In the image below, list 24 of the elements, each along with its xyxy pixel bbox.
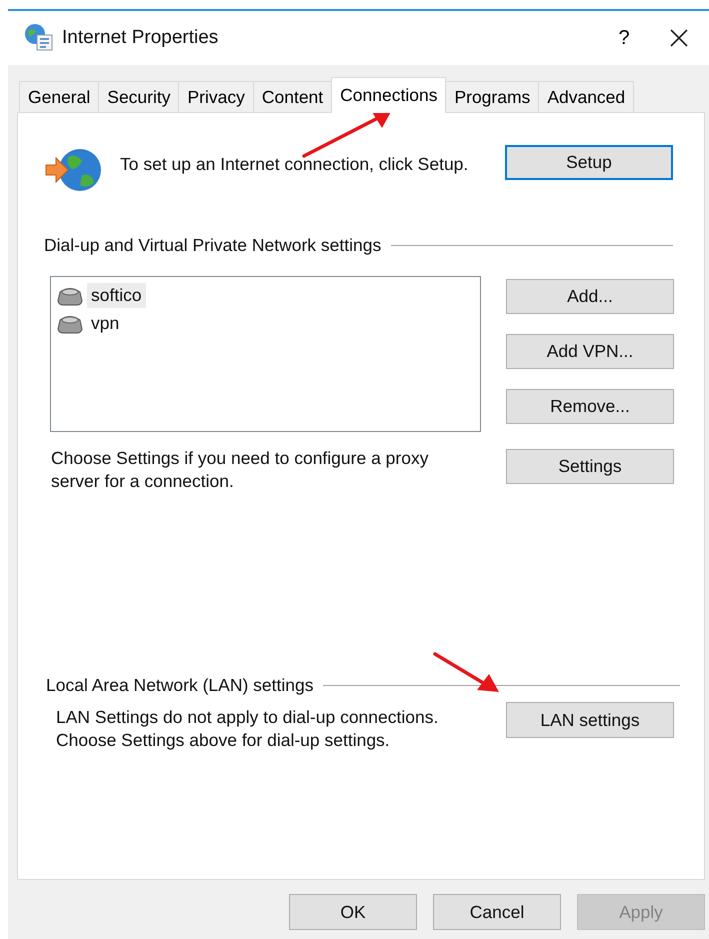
help-button[interactable]: ? xyxy=(609,18,639,58)
tab[interactable]: General xyxy=(19,81,100,112)
dialup-button[interactable]: Add VPN... xyxy=(506,334,674,369)
connection-item[interactable]: softico xyxy=(87,282,146,308)
setup-instructions: To set up an Internet connection, click Setup. xyxy=(120,153,470,176)
close-icon xyxy=(669,28,689,48)
setup-button[interactable]: Setup xyxy=(505,145,673,180)
proxy-instructions: Choose Settings if you need to configure a proxy server for a connection. xyxy=(51,447,430,493)
group-heading: Local Area Network (LAN) settings xyxy=(46,675,314,696)
tab[interactable]: Advanced xyxy=(538,81,634,112)
lan-instructions: LAN Settings do not apply to dial-up connections. Choose Settings above for dial-up settings. xyxy=(56,706,440,752)
connection-list[interactable]: softico vpn xyxy=(50,276,481,432)
connection-item[interactable]: vpn xyxy=(87,310,124,336)
lan-settings-button[interactable]: LAN settings xyxy=(506,702,674,738)
dialog-button[interactable]: OK xyxy=(289,894,417,930)
dialog-button[interactable]: Cancel xyxy=(433,894,561,930)
settings-button[interactable]: Settings xyxy=(506,449,674,484)
group-heading: Dial-up and Virtual Private Network settings xyxy=(44,235,382,256)
window-title: Internet Properties xyxy=(62,27,220,49)
tab[interactable]: Connections xyxy=(331,77,446,113)
internet-options-icon xyxy=(24,23,54,53)
dialup-button[interactable]: Remove... xyxy=(506,389,674,424)
dialup-button[interactable]: Add... xyxy=(506,279,674,314)
annotation-arrow xyxy=(433,652,501,694)
